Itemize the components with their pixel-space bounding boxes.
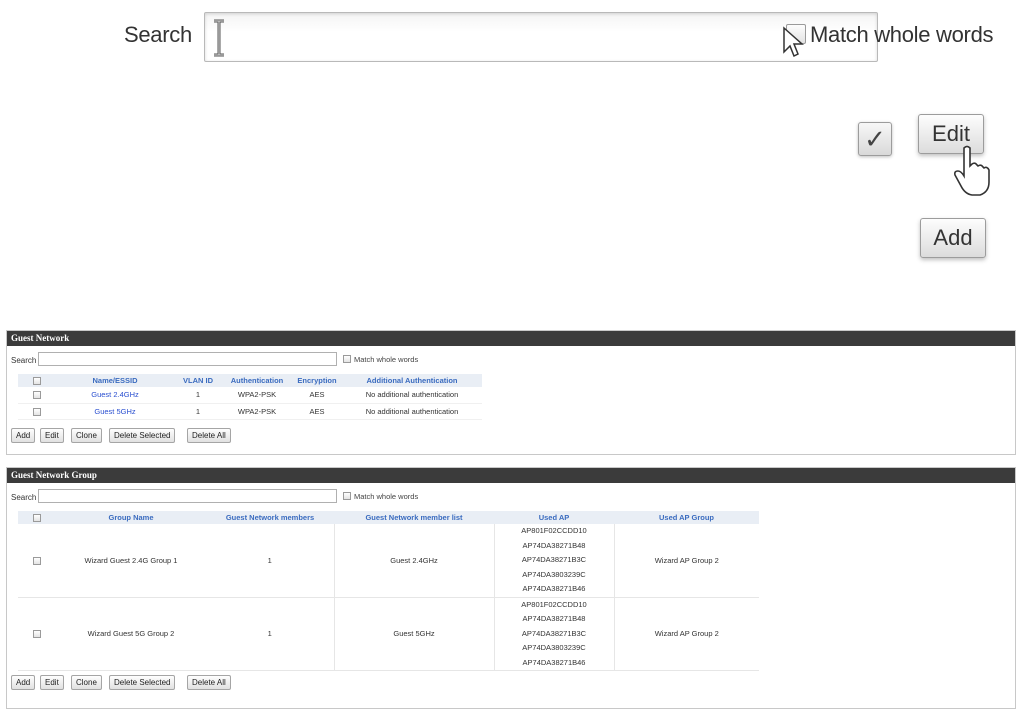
search-input[interactable] (38, 352, 337, 366)
used-ap-cell: AP801F02CCDD10 AP74DA38271B48 AP74DA3827… (494, 597, 615, 671)
row-checkbox[interactable] (33, 556, 41, 565)
used-ap-item: AP74DA38271B46 (522, 657, 586, 667)
member-list-cell: Guest 2.4GHz (334, 524, 495, 598)
delete-selected-button[interactable]: Delete Selected (109, 427, 176, 443)
delete-all-button[interactable]: Delete All (187, 427, 231, 443)
zoomed-search-input[interactable] (204, 12, 878, 62)
row-select-cell (18, 387, 56, 404)
enc-cell: AES (292, 403, 342, 420)
table-row: Guest 5GHz 1 WPA2-PSK AES No additional … (18, 403, 482, 420)
used-ap-item: AP801F02CCDD10 (521, 599, 587, 609)
delete-selected-button[interactable]: Delete Selected (109, 675, 176, 690)
column-header[interactable]: VLAN ID (174, 374, 222, 387)
match-whole-words-label: Match whole words (354, 355, 419, 364)
column-header[interactable]: Group Name (56, 511, 206, 524)
search-label: Search (11, 356, 37, 365)
row-checkbox[interactable] (33, 630, 41, 639)
search-row: Search Match whole words (7, 489, 1015, 509)
row-checkbox[interactable] (33, 407, 41, 416)
match-whole-words-checkbox[interactable] (343, 492, 351, 500)
auth-cell: WPA2-PSK (222, 387, 292, 404)
group-name-cell: Wizard Guest 2.4G Group 1 (56, 524, 206, 598)
row-select-cell (18, 597, 56, 671)
arrow-cursor-icon (783, 26, 804, 58)
used-ap-group-cell: Wizard AP Group 2 (614, 597, 759, 671)
zoomed-match-whole-words-label: Match whole words (810, 22, 994, 47)
table-row: Wizard Guest 5G Group 2 1 Guest 5GHz AP8… (18, 597, 759, 671)
zoomed-search-label: Search (124, 22, 192, 47)
group-name-cell: Wizard Guest 5G Group 2 (56, 597, 206, 671)
members-cell: 1 (206, 597, 335, 671)
column-header[interactable]: Guest Network member list (334, 511, 494, 524)
ssid-link[interactable]: Guest 5GHz (94, 407, 135, 416)
text-cursor-icon (214, 19, 224, 57)
match-whole-words-label: Match whole words (354, 492, 419, 501)
row-checkbox[interactable] (33, 391, 41, 400)
select-all-cell[interactable] (18, 374, 56, 387)
column-header[interactable]: Encryption (292, 374, 342, 387)
select-all-checkbox[interactable] (33, 377, 41, 385)
add-auth-cell: No additional authentication (342, 387, 482, 404)
add-auth-cell: No additional authentication (342, 403, 482, 420)
name-cell: Guest 5GHz (56, 403, 174, 420)
auth-cell: WPA2-PSK (222, 403, 292, 420)
add-button[interactable]: Add (11, 427, 36, 443)
guest-network-group-panel: Guest Network Group Search Match whole w… (6, 467, 1016, 709)
zoomed-buttons-callout: ✓ Edit Add (856, 108, 1016, 268)
used-ap-cell: AP801F02CCDD10 AP74DA38271B48 AP74DA3827… (494, 524, 615, 598)
table-header-row: Group Name Guest Network members Guest N… (18, 511, 759, 524)
search-row: Search Match whole words (7, 352, 1015, 372)
select-all-checkbox[interactable] (33, 514, 41, 522)
column-header[interactable]: Additional Authentication (342, 374, 482, 387)
used-ap-item: AP801F02CCDD10 (521, 526, 587, 535)
used-ap-item: AP74DA38271B48 (522, 540, 586, 550)
column-header[interactable]: Used AP Group (614, 511, 759, 524)
column-header[interactable]: Guest Network members (206, 511, 334, 524)
column-header[interactable]: Used AP (494, 511, 614, 524)
member-list-cell: Guest 5GHz (334, 597, 495, 671)
panel-title: Guest Network Group (7, 468, 1015, 483)
edit-button[interactable]: Edit (40, 427, 64, 443)
used-ap-item: AP74DA3803239C (522, 643, 586, 652)
used-ap-item: AP74DA38271B46 (522, 584, 586, 593)
table-row: Wizard Guest 2.4G Group 1 1 Guest 2.4GHz… (18, 524, 759, 598)
row-select-cell (18, 403, 56, 420)
delete-all-button[interactable]: Delete All (187, 675, 231, 690)
hand-pointer-icon (954, 145, 990, 196)
guest-network-group-table: Group Name Guest Network members Guest N… (18, 511, 759, 671)
vlan-cell: 1 (174, 387, 222, 404)
used-ap-group-cell: Wizard AP Group 2 (614, 524, 759, 598)
search-input[interactable] (38, 489, 337, 503)
clone-button[interactable]: Clone (71, 427, 102, 443)
match-whole-words-checkbox[interactable] (343, 355, 351, 363)
action-buttons: Add Edit Clone Delete Selected Delete Al… (7, 675, 1015, 695)
row-select-cell (18, 524, 56, 598)
used-ap-item: AP74DA38271B48 (522, 614, 586, 623)
guest-network-table: Name/ESSID VLAN ID Authentication Encryp… (18, 374, 482, 420)
search-label: Search (11, 493, 37, 502)
column-header[interactable]: Authentication (222, 374, 292, 387)
clone-button[interactable]: Clone (71, 675, 102, 690)
panel-title: Guest Network (7, 331, 1015, 346)
guest-network-panel: Guest Network Search Match whole words N… (6, 330, 1016, 455)
used-ap-item: AP74DA38271B3C (521, 628, 587, 638)
members-cell: 1 (206, 524, 335, 598)
ssid-link[interactable]: Guest 2.4GHz (91, 390, 139, 399)
used-ap-item: AP74DA38271B3C (521, 555, 587, 564)
name-cell: Guest 2.4GHz (56, 387, 174, 404)
edit-button[interactable]: Edit (40, 675, 64, 690)
add-button[interactable]: Add (11, 675, 36, 690)
enc-cell: AES (292, 387, 342, 404)
used-ap-item: AP74DA3803239C (522, 569, 586, 579)
column-header[interactable]: Name/ESSID (56, 374, 174, 387)
zoomed-add-button[interactable]: Add (920, 218, 986, 258)
select-all-cell[interactable] (18, 511, 56, 524)
zoomed-checked-checkbox[interactable]: ✓ (858, 122, 892, 156)
table-header-row: Name/ESSID VLAN ID Authentication Encryp… (18, 374, 482, 387)
table-row: Guest 2.4GHz 1 WPA2-PSK AES No additiona… (18, 387, 482, 404)
vlan-cell: 1 (174, 403, 222, 420)
zoomed-search-callout: Search Match whole words (118, 8, 1018, 64)
action-buttons: Add Edit Clone Delete Selected Delete Al… (7, 427, 1015, 448)
